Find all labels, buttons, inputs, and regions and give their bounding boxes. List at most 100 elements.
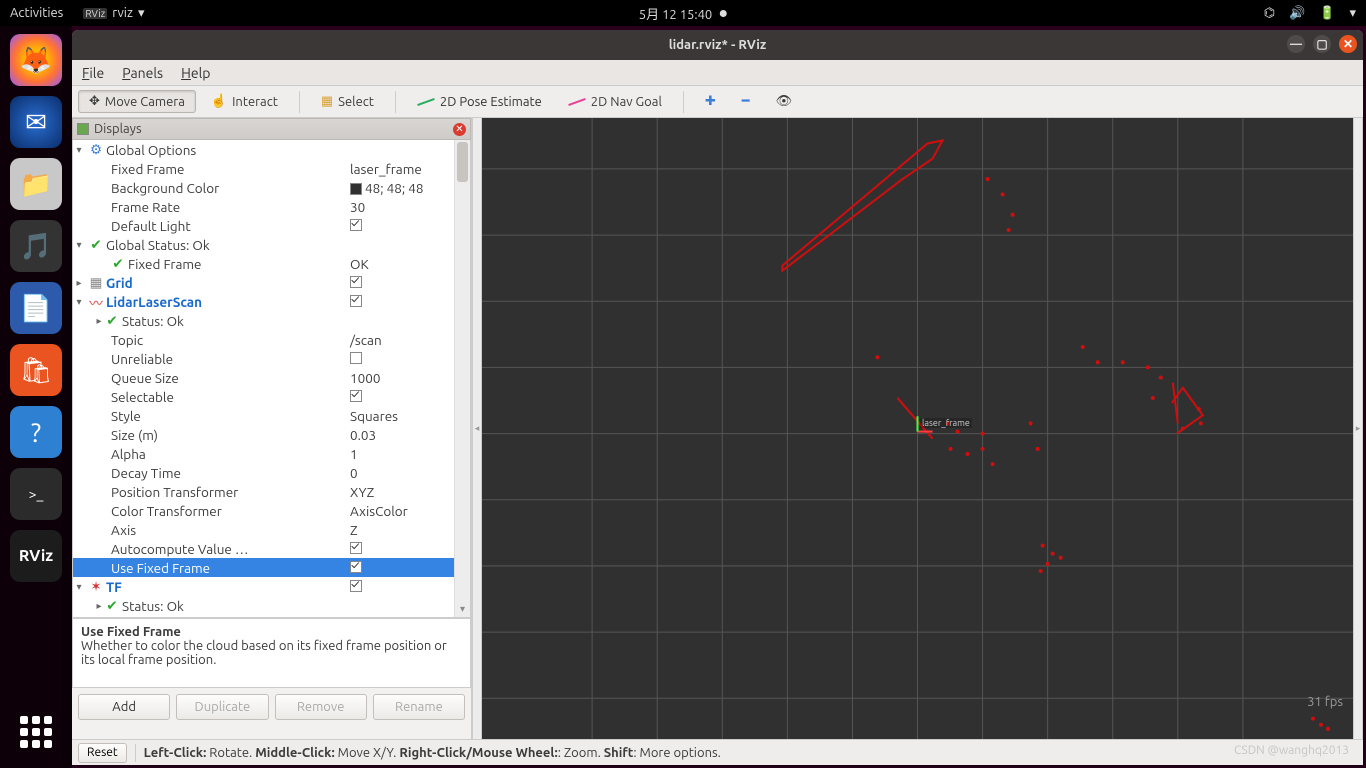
status-ok-icon: ✔ bbox=[105, 597, 119, 614]
libreoffice-writer-launcher[interactable]: 📄 bbox=[10, 282, 62, 334]
menu-help[interactable]: Help bbox=[181, 65, 210, 81]
rhythmbox-launcher[interactable]: 🎵 bbox=[10, 220, 62, 272]
checkbox-icon[interactable] bbox=[350, 352, 362, 364]
panel-close-icon[interactable]: ✕ bbox=[453, 123, 466, 136]
panel-title: Displays bbox=[94, 122, 142, 136]
checkbox-icon[interactable] bbox=[350, 219, 362, 231]
tf-icon: ✶ bbox=[89, 578, 103, 595]
rviz-launcher[interactable]: RViz bbox=[10, 530, 62, 582]
tree-item-color-transformer[interactable]: Color TransformerAxisColor bbox=[73, 501, 454, 520]
battery-icon[interactable]: 🔋 bbox=[1319, 6, 1335, 21]
thunderbird-launcher[interactable]: ✉ bbox=[10, 96, 62, 148]
tree-item-fixed-frame[interactable]: Fixed Framelaser_frame bbox=[73, 159, 454, 178]
displays-panel-header[interactable]: Displays ✕ bbox=[72, 118, 471, 140]
tree-item-autocompute[interactable]: Autocompute Value … bbox=[73, 539, 454, 558]
tree-item-style[interactable]: StyleSquares bbox=[73, 406, 454, 425]
ubuntu-software-launcher[interactable]: 🛍 bbox=[10, 344, 62, 396]
menu-file[interactable]: File bbox=[82, 65, 104, 81]
tool-focus-camera[interactable]: 👁 bbox=[765, 90, 804, 113]
tree-scrollbar[interactable]: ▴ ▾ bbox=[454, 140, 470, 617]
splitter-left[interactable]: ◂ bbox=[472, 118, 482, 739]
checkbox-icon[interactable] bbox=[350, 561, 362, 573]
add-display-button[interactable]: Add bbox=[78, 694, 170, 720]
checkbox-icon[interactable] bbox=[350, 580, 362, 592]
watermark-text: CSDN @wanghq2013 bbox=[1234, 744, 1349, 757]
displays-buttons: Add Duplicate Remove Rename bbox=[72, 688, 471, 726]
status-hint: Left-Click: Rotate. Middle-Click: Move X… bbox=[144, 746, 721, 760]
scroll-down-icon[interactable]: ▾ bbox=[455, 603, 470, 617]
current-app-label: rviz bbox=[112, 6, 133, 20]
network-icon[interactable]: ⌬ bbox=[1264, 6, 1275, 21]
tree-item-unreliable[interactable]: Unreliable bbox=[73, 349, 454, 368]
property-description: Use Fixed Frame Whether to color the clo… bbox=[72, 618, 471, 688]
viewport-canvas bbox=[482, 118, 1353, 739]
current-app-menu[interactable]: RViz rviz ▾ bbox=[83, 6, 144, 21]
firefox-launcher[interactable]: 🦊 bbox=[10, 34, 62, 86]
status-bar: Reset Left-Click: Rotate. Middle-Click: … bbox=[72, 739, 1363, 765]
tool-label: Move Camera bbox=[105, 95, 185, 109]
scroll-thumb[interactable] bbox=[457, 142, 468, 182]
description-body: Whether to color the cloud based on its … bbox=[81, 639, 447, 667]
tool-publish-point[interactable]: ━ bbox=[731, 90, 761, 113]
description-title: Use Fixed Frame bbox=[81, 625, 181, 639]
hand-icon: ☝ bbox=[211, 94, 227, 109]
tree-item-topic[interactable]: Topic/scan bbox=[73, 330, 454, 349]
laserscan-icon: 〰 bbox=[89, 292, 103, 312]
frame-label: laser_frame bbox=[920, 418, 972, 428]
menu-panels[interactable]: Panels bbox=[122, 65, 163, 81]
splitter-right[interactable]: ▸ bbox=[1353, 118, 1363, 739]
tree-item-laser-status[interactable]: ▸✔Status: Ok bbox=[73, 311, 454, 330]
status-ok-icon: ✔ bbox=[105, 312, 119, 329]
3d-viewport[interactable]: laser_frame 31 fps bbox=[482, 118, 1353, 739]
displays-icon bbox=[77, 123, 89, 135]
checkbox-icon[interactable] bbox=[350, 276, 362, 288]
help-launcher[interactable]: ? bbox=[10, 406, 62, 458]
tree-item-decay[interactable]: Decay Time0 bbox=[73, 463, 454, 482]
tool-measure[interactable]: ✚ bbox=[694, 90, 727, 113]
activities-button[interactable]: Activities bbox=[10, 6, 63, 20]
show-apps-button[interactable] bbox=[10, 706, 62, 758]
tree-item-grid[interactable]: ▸▦Grid bbox=[73, 273, 454, 292]
window-titlebar[interactable]: lidar.rviz* - RViz — ▢ ✕ bbox=[72, 30, 1363, 60]
tree-item-tf[interactable]: ▾✶TF bbox=[73, 577, 454, 596]
files-launcher[interactable]: 📁 bbox=[10, 158, 62, 210]
clock-label[interactable]: 5月 12 15:40 bbox=[639, 4, 712, 23]
volume-icon[interactable]: 🔊 bbox=[1289, 6, 1305, 21]
select-icon: ▦ bbox=[321, 94, 333, 109]
tree-item-fixed-frame-status[interactable]: ✔Fixed FrameOK bbox=[73, 254, 454, 273]
tree-item-laserscan[interactable]: ▾〰LidarLaserScan bbox=[73, 292, 454, 311]
checkbox-icon[interactable] bbox=[350, 390, 362, 402]
tree-item-default-light[interactable]: Default Light bbox=[73, 216, 454, 235]
tool-2d-nav-goal[interactable]: 2D Nav Goal bbox=[557, 91, 673, 113]
tree-item-use-fixed-frame[interactable]: Use Fixed Frame bbox=[73, 558, 454, 577]
chevron-down-icon[interactable]: ▾ bbox=[1349, 6, 1356, 21]
tree-item-tf-status[interactable]: ▸✔Status: Ok bbox=[73, 596, 454, 615]
tool-select[interactable]: ▦ Select bbox=[310, 90, 385, 113]
displays-panel: Displays ✕ ▾⚙Global Options Fixed Framel… bbox=[72, 118, 472, 739]
tree-item-position-transformer[interactable]: Position TransformerXYZ bbox=[73, 482, 454, 501]
separator bbox=[299, 91, 300, 113]
tool-label: Interact bbox=[232, 95, 278, 109]
tool-interact[interactable]: ☝ Interact bbox=[200, 90, 289, 113]
tree-item-frame-rate[interactable]: Frame Rate30 bbox=[73, 197, 454, 216]
checkbox-icon[interactable] bbox=[350, 542, 362, 554]
reset-button[interactable]: Reset bbox=[78, 743, 127, 763]
tool-move-camera[interactable]: ✥ Move Camera bbox=[78, 90, 196, 113]
tree-item-alpha[interactable]: Alpha1 bbox=[73, 444, 454, 463]
maximize-button[interactable]: ▢ bbox=[1313, 35, 1331, 53]
tool-2d-pose-estimate[interactable]: 2D Pose Estimate bbox=[406, 91, 553, 113]
terminal-launcher[interactable]: >_ bbox=[10, 468, 62, 520]
tree-item-bg-color[interactable]: Background Color48; 48; 48 bbox=[73, 178, 454, 197]
tree-item-selectable[interactable]: Selectable bbox=[73, 387, 454, 406]
checkbox-icon[interactable] bbox=[350, 295, 362, 307]
tree-item-global-options[interactable]: ▾⚙Global Options bbox=[73, 140, 454, 159]
close-button[interactable]: ✕ bbox=[1339, 35, 1357, 53]
tree-item-size[interactable]: Size (m)0.03 bbox=[73, 425, 454, 444]
minimize-button[interactable]: — bbox=[1287, 35, 1305, 53]
tree-item-global-status[interactable]: ▾✔Global Status: Ok bbox=[73, 235, 454, 254]
ubuntu-dock: 🦊 ✉ 📁 🎵 📄 🛍 ? >_ RViz bbox=[0, 26, 72, 768]
tree-item-queue-size[interactable]: Queue Size1000 bbox=[73, 368, 454, 387]
tree-item-axis[interactable]: AxisZ bbox=[73, 520, 454, 539]
displays-tree[interactable]: ▾⚙Global Options Fixed Framelaser_frame … bbox=[73, 140, 454, 617]
gnome-top-bar: Activities RViz rviz ▾ 5月 12 15:40 ⌬ 🔊 🔋… bbox=[0, 0, 1366, 26]
